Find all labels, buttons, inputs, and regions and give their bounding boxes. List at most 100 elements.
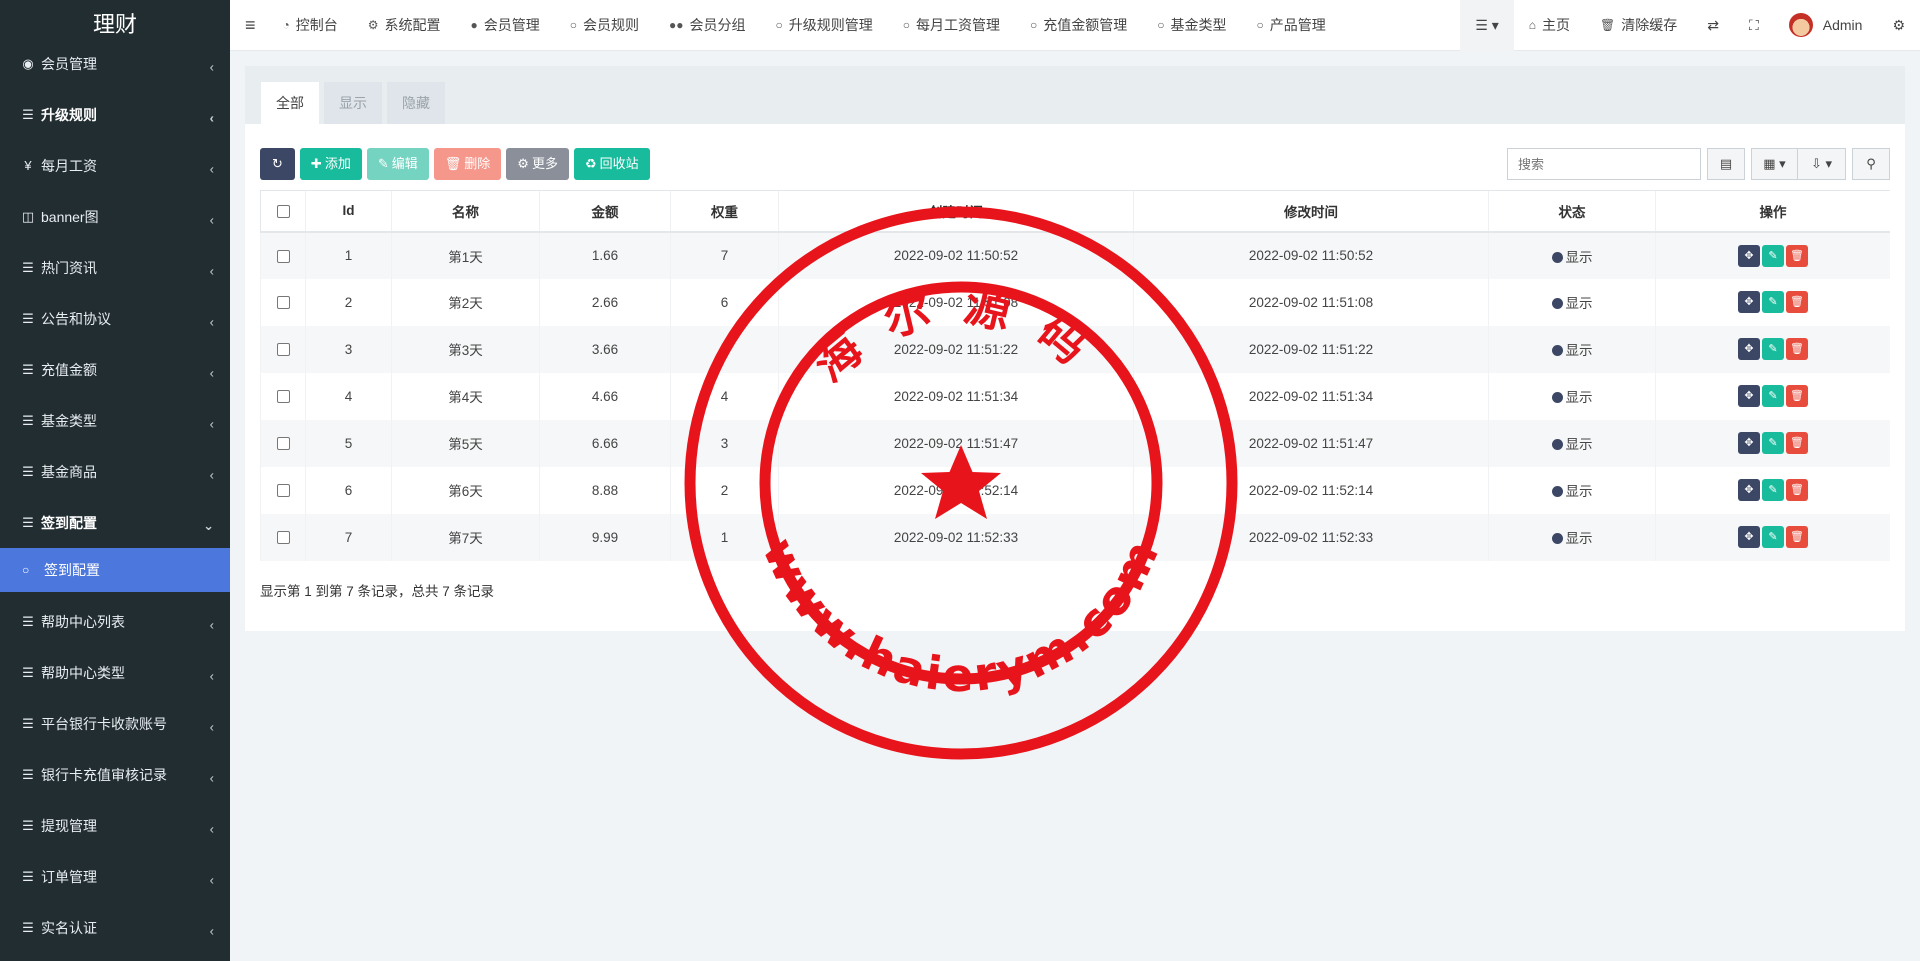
nav-dropdown-button[interactable]: ☰ ▾ [1460,0,1514,51]
nav-tab[interactable]: ⚙ 系统配置 [353,0,456,51]
drag-move-icon[interactable]: ✥ [1738,432,1760,454]
row-checkbox-cell[interactable] [260,513,306,561]
nav-tab[interactable]: ◔ 控制台 [268,0,353,51]
row-checkbox[interactable] [276,343,290,357]
delete-trash-icon[interactable]: 🗑 [1786,244,1808,267]
table-row[interactable]: 5 第5天 6.66 3 2022-09-02 11:51:47 2022-09-02 1… [260,419,1890,467]
column-header[interactable]: 名称 [391,190,540,233]
cell-status[interactable]: 显示 [1488,466,1656,514]
sidebar-item[interactable]: ☰ 基金商品 ‹ [0,446,230,497]
fullscreen-icon[interactable]: ⛶ [1734,0,1774,51]
table-row[interactable]: 3 第3天 3.66 5 2022-09-02 11:51:22 2022-09-02 1… [260,325,1890,373]
sidebar-item[interactable]: ☰ 升级规则 ‹ [0,89,230,140]
row-checkbox-cell[interactable] [260,278,306,326]
row-checkbox-cell[interactable] [260,466,306,514]
sidebar-item[interactable]: ◉ 会员管理 ‹ [0,38,230,89]
sidebar-item[interactable]: ☰ 公告和协议 ‹ [0,293,230,344]
sidebar-item[interactable]: ☰ 热门资讯 ‹ [0,242,230,293]
sidebar-item[interactable]: ☰ 平台银行卡收款账号 ‹ [0,698,230,749]
cell-status[interactable]: 显示 [1488,513,1656,561]
delete-trash-icon[interactable]: 🗑 [1786,385,1808,407]
sidebar-subitem-checkin-config[interactable]: ○ 签到配置 [0,548,230,592]
columns-toggle-icon[interactable]: ▦ ▾ [1751,148,1798,180]
row-checkbox-cell[interactable] [260,419,306,467]
search-input[interactable] [1507,148,1701,180]
recycle-bin-button[interactable]: ♻ 回收站 [573,148,650,180]
column-header[interactable]: 金额 [539,190,671,233]
row-checkbox[interactable] [276,249,290,263]
edit-pencil-icon[interactable]: ✎ [1762,432,1784,454]
table-row[interactable]: 6 第6天 8.88 2 2022-09-02 11:52:14 2022-09-02 1… [260,466,1890,514]
edit-pencil-icon[interactable]: ✎ [1762,479,1784,501]
column-header[interactable]: 状态 [1488,190,1656,233]
edit-button[interactable]: ✎ 编辑 [366,148,429,180]
nav-tab[interactable]: ●● 会员分组 [654,0,761,51]
more-button[interactable]: ⚙ 更多 [506,148,569,180]
tab-hide[interactable]: 隐藏 [387,82,445,124]
edit-pencil-icon[interactable]: ✎ [1762,385,1784,407]
nav-tab[interactable]: ○ 产品管理 [1242,0,1341,51]
cell-status[interactable]: 显示 [1488,325,1656,373]
sidebar-item[interactable]: ☰ 帮助中心列表 ‹ [0,596,230,647]
table-row[interactable]: 2 第2天 2.66 6 2022-09-02 11:51:08 2022-09-02 1… [260,278,1890,326]
tab-all[interactable]: 全部 [261,82,319,124]
edit-pencil-icon[interactable]: ✎ [1762,338,1784,360]
table-row[interactable]: 7 第7天 9.99 1 2022-09-02 11:52:33 2022-09-02 1… [260,513,1890,561]
table-row[interactable]: 1 第1天 1.66 7 2022-09-02 11:50:52 2022-09-02 1… [260,231,1890,279]
refresh-button[interactable]: ↻ [260,148,295,180]
cell-status[interactable]: 显示 [1488,419,1656,467]
clear-cache-button[interactable]: 🗑 清除缓存 [1585,0,1692,51]
delete-trash-icon[interactable]: 🗑 [1786,291,1808,313]
delete-button[interactable]: 🗑 删除 [433,148,502,180]
nav-tab[interactable]: ○ 升级规则管理 [761,0,888,51]
select-all-checkbox[interactable] [276,205,290,219]
settings-gear-icon[interactable]: ⚙ [1877,0,1920,51]
row-checkbox[interactable] [276,484,290,498]
nav-tab[interactable]: ○ 会员规则 [555,0,654,51]
drag-move-icon[interactable]: ✥ [1738,385,1760,407]
sidebar-item[interactable]: ☰ 实名认证 ‹ [0,902,230,953]
sidebar-item[interactable]: ☰ 提现管理 ‹ [0,800,230,851]
delete-trash-icon[interactable]: 🗑 [1786,526,1808,548]
drag-move-icon[interactable]: ✥ [1738,244,1760,267]
edit-pencil-icon[interactable]: ✎ [1762,244,1784,267]
sidebar-item[interactable]: ☰ 订单管理 ‹ [0,851,230,902]
common-search-icon[interactable]: ▤ [1707,148,1745,180]
column-header[interactable]: 修改时间 [1133,190,1489,233]
translate-icon[interactable]: ⇄ [1692,0,1734,51]
row-checkbox-cell[interactable] [260,325,306,373]
table-row[interactable]: 4 第4天 4.66 4 2022-09-02 11:51:34 2022-09-02 1… [260,372,1890,420]
nav-tab[interactable]: ○ 基金类型 [1142,0,1241,51]
delete-trash-icon[interactable]: 🗑 [1786,479,1808,501]
column-header[interactable]: Id [305,190,392,233]
row-checkbox-cell[interactable] [260,231,306,279]
row-checkbox[interactable] [276,437,290,451]
nav-tab[interactable]: ● 会员管理 [456,0,555,51]
edit-pencil-icon[interactable]: ✎ [1762,291,1784,313]
delete-trash-icon[interactable]: 🗑 [1786,338,1808,360]
nav-tab[interactable]: ○ 每月工资管理 [888,0,1015,51]
delete-trash-icon[interactable]: 🗑 [1786,432,1808,454]
sidebar-item[interactable]: ☰ 银行卡充值审核记录 ‹ [0,749,230,800]
sidebar-item[interactable]: ☰ 签到配置 ⌄ [0,497,230,548]
row-checkbox-cell[interactable] [260,372,306,420]
sidebar-item[interactable]: ◫ banner图 ‹ [0,191,230,242]
home-link[interactable]: ⌂ 主页 [1514,0,1585,51]
drag-move-icon[interactable]: ✥ [1738,291,1760,313]
sidebar-item[interactable]: ¥ 每月工资 ‹ [0,140,230,191]
edit-pencil-icon[interactable]: ✎ [1762,526,1784,548]
add-button[interactable]: ✚ 添加 [299,148,362,180]
drag-move-icon[interactable]: ✥ [1738,479,1760,501]
search-icon[interactable]: ⚲ [1852,148,1890,180]
tab-show[interactable]: 显示 [324,82,382,124]
drag-move-icon[interactable]: ✥ [1738,526,1760,548]
cell-status[interactable]: 显示 [1488,372,1656,420]
sidebar-item[interactable]: ☰ 帮助中心类型 ‹ [0,647,230,698]
drag-move-icon[interactable]: ✥ [1738,338,1760,360]
nav-tab[interactable]: ○ 充值金额管理 [1015,0,1142,51]
sidebar-item[interactable]: ☰ 充值金额 ‹ [0,344,230,395]
select-all-header[interactable] [260,190,306,233]
user-menu[interactable]: Admin [1774,0,1878,51]
row-checkbox[interactable] [276,390,290,404]
column-header[interactable]: 创建时间 [778,190,1134,233]
